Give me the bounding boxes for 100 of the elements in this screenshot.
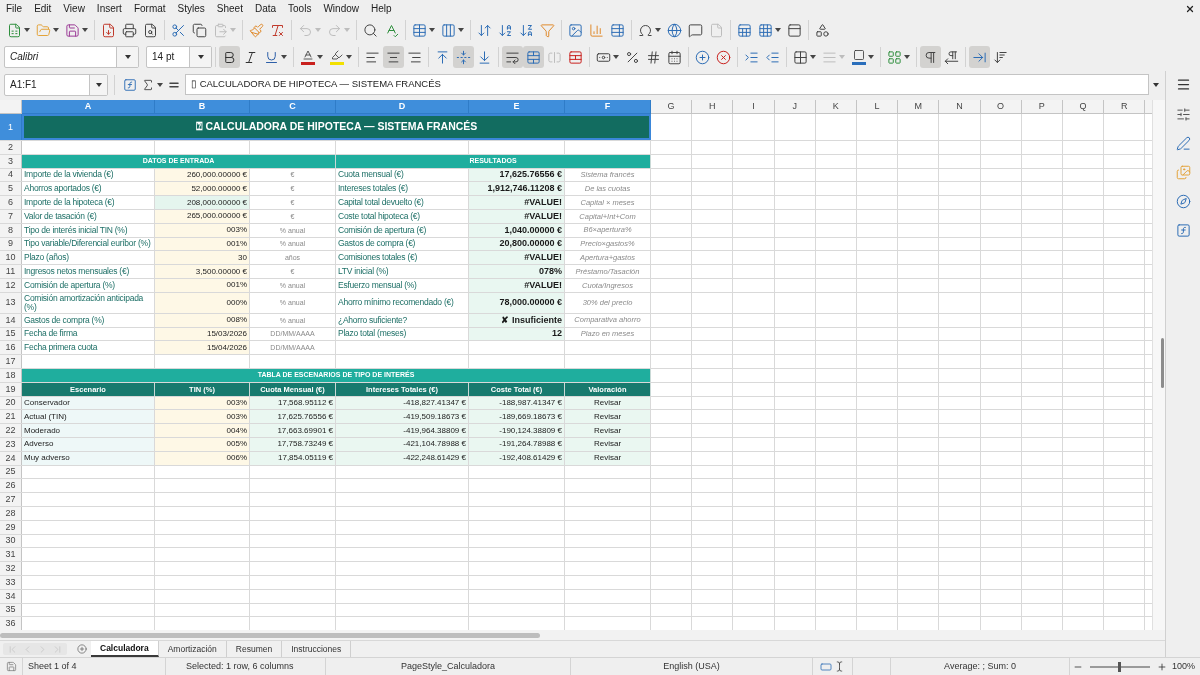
align-middle-button[interactable] <box>453 46 474 68</box>
column-header[interactable]: I <box>733 100 775 114</box>
input-value-cell: 000% <box>155 292 250 313</box>
column-header[interactable]: R <box>1104 100 1146 114</box>
row-header[interactable]: 16 <box>0 341 22 355</box>
scenario-cell: Revisar <box>565 410 651 424</box>
align-bottom-icon <box>477 49 492 65</box>
row-header[interactable]: 21 <box>0 410 22 424</box>
row-header[interactable]: 13 <box>0 292 22 313</box>
menu-item[interactable]: Tools <box>282 0 318 17</box>
row-header[interactable]: 26 <box>0 479 22 493</box>
scenario-cell: 17,663.69901 € <box>250 424 336 437</box>
menu-item[interactable]: Window <box>317 0 365 17</box>
caret-icon <box>904 55 910 59</box>
column-header[interactable]: H <box>692 100 734 114</box>
table-icon <box>412 22 427 38</box>
menu-item[interactable]: Sheet <box>210 0 249 17</box>
globe-icon <box>667 22 682 38</box>
input-value-cell: 3,500.00000 € <box>155 265 250 278</box>
row-header[interactable]: 31 <box>0 548 22 562</box>
undo-icon <box>298 22 313 38</box>
menu-item[interactable]: File <box>0 0 29 17</box>
slider-thumb[interactable] <box>1118 661 1122 672</box>
row-header[interactable]: 11 <box>0 265 22 278</box>
close-icon <box>1184 3 1195 14</box>
row-header[interactable]: 2 <box>0 141 22 154</box>
selection-text: Selected: 1 row, 6 columns <box>186 659 294 673</box>
dropdown-button[interactable] <box>116 47 138 67</box>
menu-item[interactable]: Edit <box>28 0 58 17</box>
align-center-button[interactable] <box>383 46 404 68</box>
column-header[interactable]: K <box>815 100 857 114</box>
wrap-text-icon <box>505 49 520 65</box>
file-download-icon <box>101 22 116 38</box>
font-name-field[interactable]: Calibri <box>4 46 139 68</box>
caret-icon <box>458 28 464 32</box>
column-header[interactable]: P <box>1021 100 1063 114</box>
bold-button[interactable] <box>219 46 240 68</box>
align-middle-icon <box>456 49 471 65</box>
input-value-cell: 208,000.00000 € <box>155 196 250 209</box>
clear-formatting-icon <box>270 22 285 38</box>
name-box-field[interactable]: A1:F1 <box>4 73 108 96</box>
column-header[interactable]: N <box>939 100 981 114</box>
caret-icon <box>24 28 30 32</box>
wrap-text-button[interactable] <box>502 46 523 68</box>
font-size-field[interactable]: 14 pt <box>146 46 212 68</box>
column-header[interactable]: L <box>856 100 899 114</box>
menu-item[interactable]: View <box>57 0 91 17</box>
speech-bubble-icon <box>688 22 703 38</box>
spellcheck-icon <box>384 22 399 38</box>
menu-item[interactable]: Data <box>248 0 283 17</box>
column-header[interactable]: M <box>898 100 940 114</box>
borders-icon <box>793 49 808 65</box>
percent-icon <box>625 49 640 65</box>
compass-icon <box>1175 193 1191 209</box>
row-header[interactable]: 17 <box>0 355 22 368</box>
row-header[interactable]: 32 <box>0 562 22 575</box>
caret-icon <box>315 28 321 32</box>
language-text: English (USA) <box>663 659 720 673</box>
grid-icon <box>887 49 902 65</box>
formula-input-field[interactable]: ▯ CALCULADORA DE HIPOTECA — SISTEMA FRANCÉS <box>185 74 1149 95</box>
calendar-icon <box>667 49 682 65</box>
menu-item[interactable]: Help <box>365 0 398 17</box>
menu-item[interactable]: Insert <box>90 0 128 17</box>
column-header[interactable]: J <box>774 100 816 114</box>
left-to-right-button[interactable] <box>920 46 941 68</box>
row-header[interactable]: 36 <box>0 617 22 630</box>
dropdown-button[interactable] <box>189 47 211 67</box>
rectangle-icon <box>820 660 832 673</box>
dropdown-button[interactable] <box>89 74 107 95</box>
row-header[interactable]: 5 <box>0 182 22 196</box>
vertical-scrollbar[interactable] <box>1152 100 1165 630</box>
row-header[interactable]: 6 <box>0 196 22 209</box>
paintbrush-icon <box>249 22 264 38</box>
folder-icon <box>36 22 51 38</box>
clipboard-icon <box>213 22 228 38</box>
sheet-tab[interactable]: Calculadora <box>91 641 159 657</box>
row-header[interactable]: 27 <box>0 493 22 506</box>
scenario-cell: -189,669.18673 € <box>469 410 565 424</box>
align-right-icon <box>407 49 422 65</box>
merge-center-button[interactable] <box>523 46 544 68</box>
caret-icon <box>344 28 350 32</box>
caret-icon <box>124 55 131 59</box>
column-header[interactable]: Q <box>1062 100 1105 114</box>
input-value-cell: 30 <box>155 251 250 265</box>
caret-icon <box>655 28 661 32</box>
row-header[interactable]: 10 <box>0 251 22 265</box>
function-icon <box>123 77 137 92</box>
text-direction-button[interactable] <box>969 46 990 68</box>
column-header[interactable]: G <box>651 100 693 114</box>
column-header[interactable]: O <box>980 100 1022 114</box>
add-sheet-button[interactable] <box>76 641 88 657</box>
menu-item[interactable]: Styles <box>171 0 211 17</box>
row-header[interactable]: 22 <box>0 424 22 437</box>
hash-icon <box>646 49 661 65</box>
zoom-slider[interactable] <box>1089 661 1150 672</box>
table-icon <box>610 22 625 38</box>
result-value-cell: #VALUE! <box>469 196 565 209</box>
caret-icon <box>346 55 352 59</box>
menu-item[interactable]: Format <box>127 0 172 17</box>
result-value-cell: 78,000.00000 € <box>469 292 565 313</box>
